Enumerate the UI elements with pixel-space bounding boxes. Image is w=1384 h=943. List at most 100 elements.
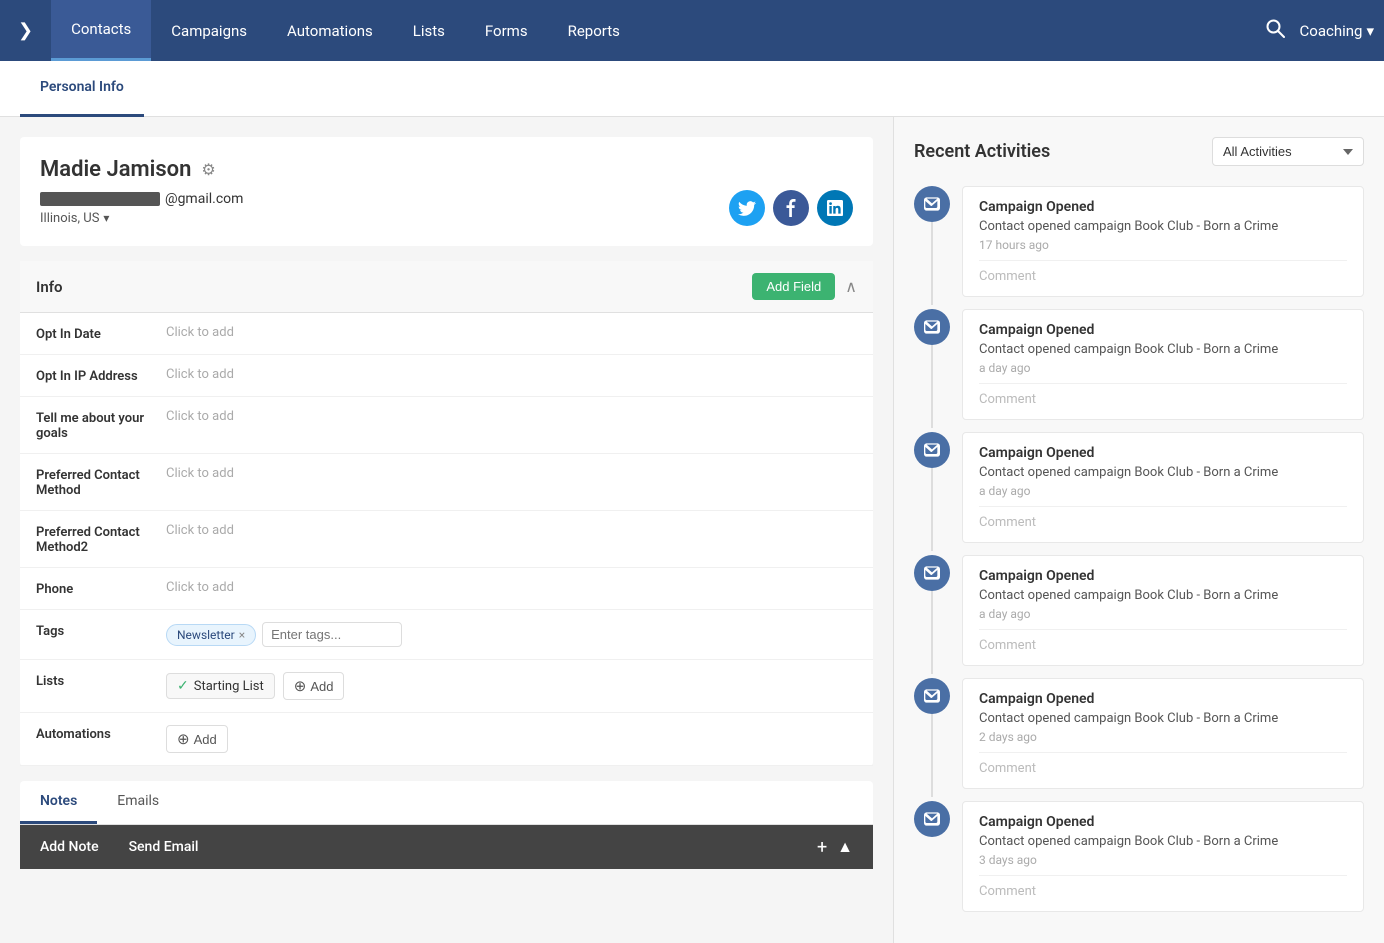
info-header-right: Add Field ∧ [752, 273, 857, 300]
activity-item: Campaign Opened Contact opened campaign … [914, 555, 1364, 674]
info-row-goals: Tell me about your goals Click to add [20, 397, 873, 454]
activity-description: Contact opened campaign Book Club - Born… [979, 219, 1347, 234]
opt-in-ip-value[interactable]: Click to add [166, 367, 857, 382]
lists-label: Lists [36, 672, 166, 689]
add-field-button[interactable]: Add Field [752, 273, 835, 300]
top-nav: ❯ Contacts Campaigns Automations Lists F… [0, 0, 1384, 61]
activity-item: Campaign Opened Contact opened campaign … [914, 186, 1364, 305]
starting-list-badge: ✓ Starting List [166, 673, 275, 699]
plus-icon[interactable]: + [817, 837, 827, 858]
activity-description: Contact opened campaign Book Club - Born… [979, 588, 1347, 603]
activity-event-title: Campaign Opened [979, 568, 1347, 584]
opt-in-date-value[interactable]: Click to add [166, 325, 857, 340]
info-section-title: Info [36, 278, 63, 296]
tags-container: Newsletter × [166, 622, 402, 647]
chevron-up-icon[interactable]: ▲ [837, 837, 853, 857]
activity-content: Campaign Opened Contact opened campaign … [962, 678, 1364, 789]
nav-item-reports[interactable]: Reports [548, 0, 640, 61]
activity-comment[interactable]: Comment [979, 752, 1347, 776]
tags-label: Tags [36, 622, 166, 639]
bottom-actions: Add Note Send Email + ▲ [20, 825, 873, 869]
timeline-line [931, 468, 933, 551]
activity-icon-col [914, 801, 950, 920]
info-row-preferred-contact2: Preferred Contact Method2 Click to add [20, 511, 873, 568]
activity-comment[interactable]: Comment [979, 629, 1347, 653]
lists-add-label: Add [310, 679, 333, 694]
facebook-icon[interactable] [773, 190, 809, 226]
tab-notes[interactable]: Notes [20, 781, 97, 824]
activity-comment[interactable]: Comment [979, 506, 1347, 530]
phone-value[interactable]: Click to add [166, 580, 857, 595]
automations-add-label: Add [194, 732, 217, 747]
linkedin-icon[interactable] [817, 190, 853, 226]
nav-item-campaigns[interactable]: Campaigns [151, 0, 267, 61]
preferred-contact-value[interactable]: Click to add [166, 466, 857, 481]
activity-icon-col [914, 678, 950, 797]
activity-email-icon [914, 678, 950, 714]
timeline-line [931, 591, 933, 674]
tag-input[interactable] [262, 622, 402, 647]
activity-time: a day ago [979, 484, 1347, 498]
bottom-actions-right: + ▲ [817, 837, 853, 858]
automations-add-button[interactable]: ⊕ Add [166, 725, 228, 753]
contact-name-row: Madie Jamison ⚙ [40, 157, 853, 182]
location-dropdown-icon[interactable]: ▾ [103, 211, 109, 225]
add-note-button[interactable]: Add Note [40, 839, 99, 855]
activity-item: Campaign Opened Contact opened campaign … [914, 309, 1364, 428]
activity-content: Campaign Opened Contact opened campaign … [962, 309, 1364, 420]
send-email-button[interactable]: Send Email [129, 839, 199, 855]
settings-icon[interactable]: ⚙ [201, 160, 215, 179]
activity-event-title: Campaign Opened [979, 445, 1347, 461]
email-suffix: @gmail.com [165, 191, 243, 207]
sub-nav-personal-info[interactable]: Personal Info [20, 61, 144, 117]
phone-label: Phone [36, 580, 166, 597]
automations-add-circle-icon: ⊕ [177, 730, 190, 748]
activity-icon-col [914, 186, 950, 305]
activity-comment[interactable]: Comment [979, 875, 1347, 899]
activity-comment[interactable]: Comment [979, 383, 1347, 407]
activity-description: Contact opened campaign Book Club - Born… [979, 465, 1347, 480]
activity-email-icon [914, 186, 950, 222]
preferred-contact2-value[interactable]: Click to add [166, 523, 857, 538]
activity-time: 17 hours ago [979, 238, 1347, 252]
nav-items: Contacts Campaigns Automations Lists For… [51, 0, 1264, 61]
activity-time: 2 days ago [979, 730, 1347, 744]
info-row-opt-in-date: Opt In Date Click to add [20, 313, 873, 355]
activity-content: Campaign Opened Contact opened campaign … [962, 801, 1364, 912]
activity-email-icon [914, 432, 950, 468]
timeline-line [931, 714, 933, 797]
nav-item-forms[interactable]: Forms [465, 0, 548, 61]
nav-item-contacts[interactable]: Contacts [51, 0, 151, 61]
collapse-icon[interactable]: ∧ [845, 277, 857, 296]
twitter-icon[interactable] [729, 190, 765, 226]
activity-icon-col [914, 555, 950, 674]
activity-comment[interactable]: Comment [979, 260, 1347, 284]
activity-item: Campaign Opened Contact opened campaign … [914, 432, 1364, 551]
activity-event-title: Campaign Opened [979, 691, 1347, 707]
info-row-opt-in-ip: Opt In IP Address Click to add [20, 355, 873, 397]
automations-container: ⊕ Add [166, 725, 228, 753]
lists-add-button[interactable]: ⊕ Add [283, 672, 345, 700]
nav-expand-icon[interactable]: ❯ [10, 12, 41, 49]
nav-right: Coaching ▾ [1265, 18, 1374, 43]
contact-email-location: @gmail.com Illinois, US ▾ [40, 191, 243, 226]
coaching-dropdown-icon: ▾ [1366, 22, 1374, 40]
social-icons [729, 190, 853, 226]
search-icon[interactable] [1265, 18, 1285, 43]
activity-content: Campaign Opened Contact opened campaign … [962, 432, 1364, 543]
tabs-header: Notes Emails [20, 781, 873, 825]
list-check-icon: ✓ [177, 678, 189, 694]
goals-value[interactable]: Click to add [166, 409, 857, 424]
contact-header: Madie Jamison ⚙ @gmail.com Illinois, US … [20, 137, 873, 246]
email-blur [40, 192, 160, 206]
tab-emails[interactable]: Emails [97, 781, 179, 824]
nav-item-automations[interactable]: Automations [267, 0, 393, 61]
contact-name: Madie Jamison [40, 157, 191, 182]
nav-item-lists[interactable]: Lists [393, 0, 465, 61]
add-circle-icon: ⊕ [294, 677, 307, 695]
activities-filter[interactable]: All Activities Campaign Opened Email Sen… [1212, 137, 1364, 166]
activity-time: a day ago [979, 607, 1347, 621]
tag-remove-icon[interactable]: × [239, 628, 245, 642]
activity-event-title: Campaign Opened [979, 199, 1347, 215]
coaching-button[interactable]: Coaching ▾ [1300, 22, 1374, 40]
